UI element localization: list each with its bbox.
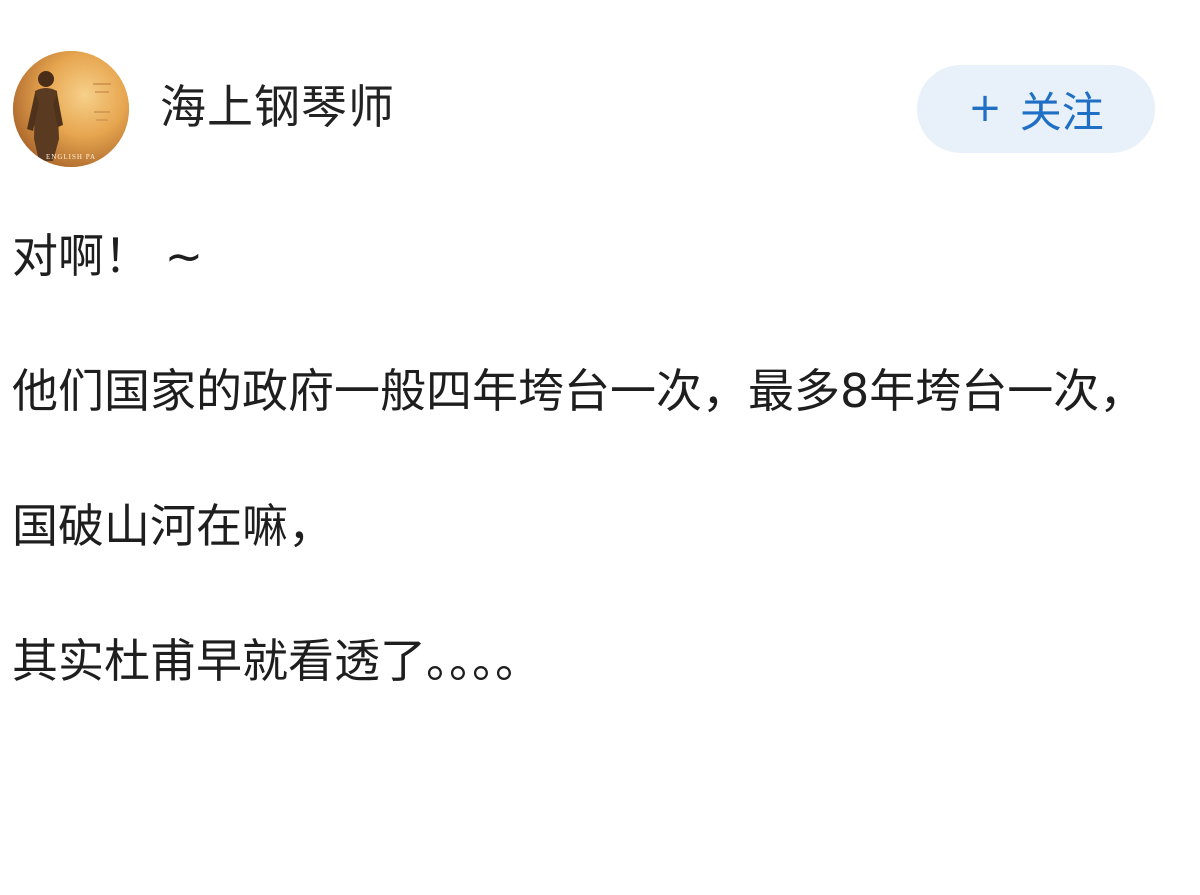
post-paragraph-2: 他们国家的政府一般四年垮台一次，最多8年垮台一次， (12, 364, 1146, 418)
follow-label: 关注 (1019, 87, 1104, 137)
follow-button[interactable]: + 关注 (917, 65, 1155, 153)
post-paragraph-4: 其实杜甫早就看透了。。。。 (12, 634, 541, 688)
post-paragraph-1: 对啊！ ~ (12, 229, 204, 283)
author-name[interactable]: 海上钢琴师 (160, 77, 395, 137)
avatar-image: ENGLISH PA (13, 51, 129, 167)
avatar[interactable]: ENGLISH PA (13, 51, 129, 167)
plus-icon: + (968, 85, 1002, 131)
post-header: ENGLISH PA 海上钢琴师 + 关注 (13, 51, 1155, 167)
post-content: 对啊！ ~ 他们国家的政府一般四年垮台一次，最多8年垮台一次， 国破山河在嘛， … (12, 218, 1187, 758)
post-paragraph-3: 国破山河在嘛， (12, 499, 334, 553)
avatar-caption: ENGLISH PA (46, 153, 96, 161)
